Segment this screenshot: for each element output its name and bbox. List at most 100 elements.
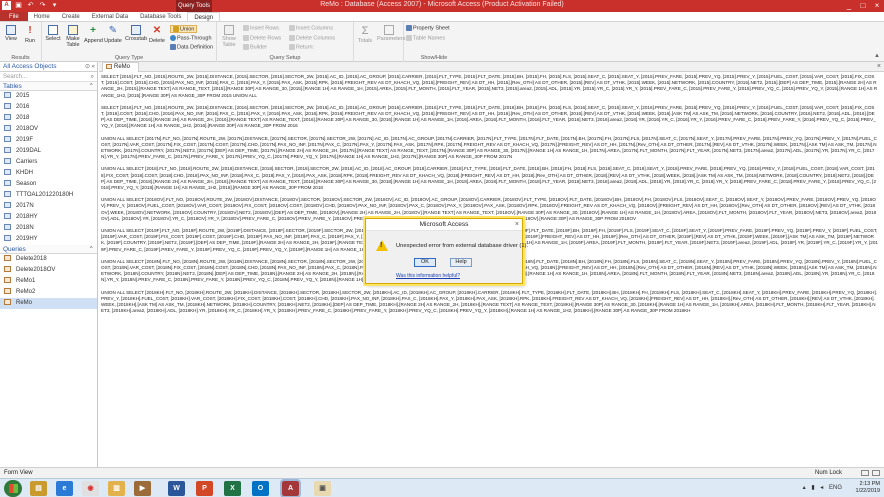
nav-table-item[interactable]: 2015 xyxy=(0,91,97,102)
chevron-down-icon[interactable]: ⊙ xyxy=(85,64,90,70)
append-button[interactable]: + Append xyxy=(84,25,103,44)
volume-icon[interactable]: ◂ xyxy=(820,485,825,491)
show-table-button[interactable]: Show Table xyxy=(219,25,239,48)
nav-table-item[interactable]: 2018HY xyxy=(0,212,97,223)
parameters-button[interactable]: Parameters xyxy=(377,25,405,42)
chevron-up-icon[interactable]: ▴ xyxy=(803,485,808,491)
chrome-icon[interactable]: ◉ xyxy=(82,481,99,496)
search-icon: ⌕ xyxy=(90,74,94,80)
view-button[interactable]: View xyxy=(2,25,20,42)
nav-item-label: Delete2018 xyxy=(16,256,47,262)
nav-header[interactable]: All Access Objects ⊙ « xyxy=(0,62,97,72)
return-dropdown[interactable]: Return: xyxy=(289,44,314,50)
data-definition-button[interactable]: Data Definition xyxy=(170,44,213,50)
table-names-button[interactable]: Table Names xyxy=(406,35,445,41)
nav-search-input[interactable]: Search... xyxy=(3,74,27,80)
help-button[interactable]: Help xyxy=(450,258,472,267)
misc-app-icon[interactable]: ▣ xyxy=(314,481,331,496)
ie-icon[interactable]: e xyxy=(56,481,73,496)
close-document-icon[interactable]: × xyxy=(877,62,881,72)
nav-table-item[interactable]: Carriers xyxy=(0,157,97,168)
nav-query-item[interactable]: ReMo2 xyxy=(0,287,97,298)
table-icon xyxy=(4,224,11,231)
word-icon[interactable]: W xyxy=(168,481,185,496)
tab-external-data[interactable]: External Data xyxy=(86,12,134,21)
collapse-ribbon-icon[interactable]: ▲ xyxy=(874,53,880,59)
nav-table-item[interactable]: 2019HY xyxy=(0,234,97,245)
close-button[interactable]: × xyxy=(870,0,884,12)
nav-table-item[interactable]: 2017N xyxy=(0,201,97,212)
property-sheet-button[interactable]: Property Sheet xyxy=(406,25,450,31)
make-table-button[interactable]: Make Table xyxy=(63,25,83,48)
select-button[interactable]: Select xyxy=(44,25,62,42)
nav-table-item[interactable]: 2018N xyxy=(0,223,97,234)
media-icon[interactable]: ▶ xyxy=(134,481,151,496)
access-icon[interactable]: A xyxy=(280,479,301,497)
nav-table-item[interactable]: KHDH xyxy=(0,168,97,179)
clock[interactable]: 2:13 PM 1/22/2019 xyxy=(856,481,880,495)
tab-home[interactable]: Home xyxy=(28,12,56,21)
delete-columns-button[interactable]: Delete Columns xyxy=(289,35,335,41)
tab-create[interactable]: Create xyxy=(56,12,86,21)
tab-database-tools[interactable]: Database Tools xyxy=(134,12,187,21)
delete-button[interactable]: ✕ Delete xyxy=(148,25,166,44)
maximize-button[interactable]: □ xyxy=(856,0,870,12)
powerpoint-icon[interactable]: P xyxy=(196,481,213,496)
nav-item-label: 2019F xyxy=(16,137,34,143)
run-button[interactable]: ! Run xyxy=(21,25,39,44)
nav-table-item[interactable]: Season xyxy=(0,179,97,190)
nav-query-item[interactable]: Delete2018 xyxy=(0,254,97,265)
document-tab-remo[interactable]: ReMo xyxy=(102,62,140,72)
nav-section-queries[interactable]: Queries ⌃ xyxy=(0,245,97,254)
ribbon-tabs: File Home Create External Data Database … xyxy=(0,12,884,22)
nav-table-item[interactable]: TTTOAL201220180H xyxy=(0,190,97,201)
delete-rows-button[interactable]: Delete Rows xyxy=(243,35,281,41)
query-icon xyxy=(4,266,11,273)
excel-icon[interactable]: X xyxy=(224,481,241,496)
lang-indicator[interactable]: ENG xyxy=(829,485,842,491)
tab-file[interactable]: File xyxy=(0,12,28,21)
delete-columns-icon xyxy=(289,35,295,41)
explorer-icon[interactable]: ▥ xyxy=(108,481,125,496)
update-button[interactable]: ✎ Update xyxy=(104,25,122,44)
nav-table-item[interactable]: 2016 xyxy=(0,102,97,113)
nav-item-label: 2018 xyxy=(16,115,30,121)
outlook-icon[interactable]: O xyxy=(252,481,269,496)
nav-search[interactable]: Search... ⌕ xyxy=(0,72,97,82)
sql-text-block: UNION ALL SELECT [2018].FLT_NO, [2018].R… xyxy=(101,166,877,191)
ok-button[interactable]: OK xyxy=(414,258,436,267)
group-query-type: Select Make Table + Append ✎ Update Cros… xyxy=(42,22,217,62)
minimize-button[interactable]: _ xyxy=(842,0,856,12)
nav-query-item[interactable]: Delete2018OV xyxy=(0,265,97,276)
nav-table-item[interactable]: 2018 xyxy=(0,113,97,124)
nav-table-item[interactable]: 2018OV xyxy=(0,124,97,135)
close-icon[interactable]: × xyxy=(515,219,519,231)
network-icon[interactable]: ▮ xyxy=(811,485,816,491)
folder-icon[interactable]: ▤ xyxy=(30,481,47,496)
builder-icon xyxy=(243,44,249,50)
nav-item-label: 2017N xyxy=(16,203,34,209)
collapse-pane-icon[interactable]: « xyxy=(92,64,95,70)
nav-item-label: 2019DAL xyxy=(16,148,42,154)
query-setup-group-label: Query Setup xyxy=(269,55,301,61)
union-button[interactable]: Union xyxy=(170,25,198,34)
nav-query-item[interactable]: ReMo xyxy=(0,298,97,309)
totals-button[interactable]: Σ Totals xyxy=(356,25,374,44)
nav-query-item[interactable]: ReMo1 xyxy=(0,276,97,287)
sql-view-icon[interactable] xyxy=(861,470,869,476)
crosstab-button[interactable]: Crosstab xyxy=(125,25,147,42)
collapse-section-icon: ⌃ xyxy=(88,246,94,253)
builder-button[interactable]: Builder xyxy=(243,44,267,50)
windows-start-icon[interactable] xyxy=(4,480,22,497)
insert-rows-button[interactable]: Insert Rows xyxy=(243,25,279,31)
pass-through-button[interactable]: Pass-Through xyxy=(170,35,212,41)
insert-columns-button[interactable]: Insert Columns xyxy=(289,25,333,31)
feedback-link[interactable]: Was this information helpful? xyxy=(396,273,460,279)
globe-icon xyxy=(170,35,176,41)
design-view-icon[interactable] xyxy=(872,470,880,476)
nav-section-tables[interactable]: Tables ⌃ xyxy=(0,82,97,91)
nav-table-item[interactable]: 2019DAL xyxy=(0,146,97,157)
return-icon xyxy=(289,44,295,50)
nav-table-item[interactable]: 2019F xyxy=(0,135,97,146)
tab-design[interactable]: Design xyxy=(187,12,220,21)
